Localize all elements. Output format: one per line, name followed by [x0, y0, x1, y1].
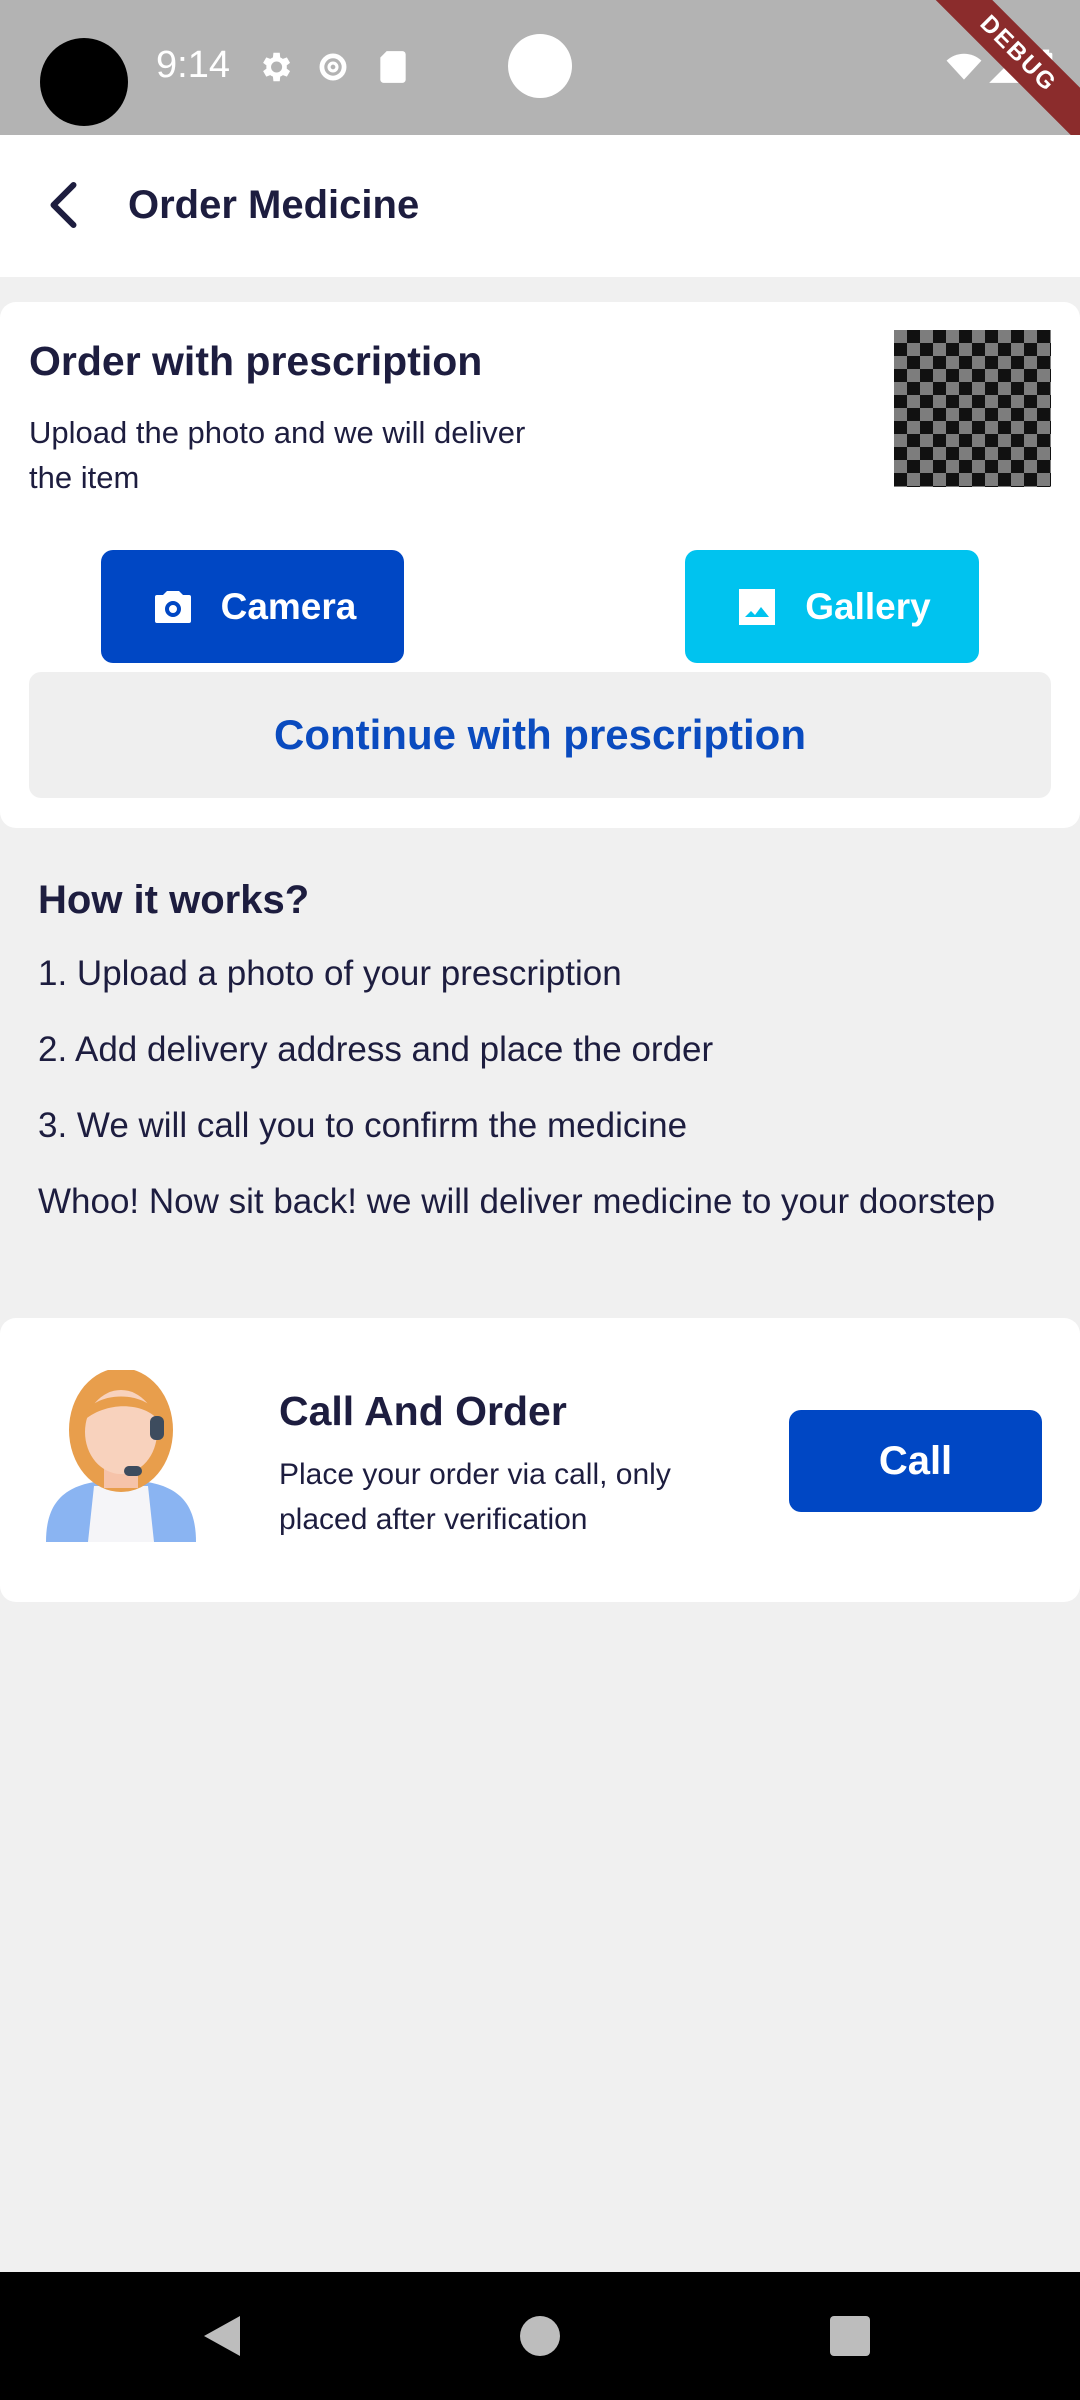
sd-card-icon [380, 51, 406, 83]
call-and-order-card: Call And Order Place your order via call… [0, 1318, 1080, 1602]
nav-back-icon[interactable] [200, 2312, 244, 2360]
wifi-icon [946, 53, 982, 80]
status-bar: 9:14 DEBUG [0, 0, 1080, 146]
prescription-card: Order with prescription Upload the photo… [0, 302, 1080, 828]
how-it-works-title: How it works? [38, 878, 310, 922]
front-camera-dot [508, 34, 572, 98]
prescription-description: Upload the photo and we will deliver the… [29, 415, 526, 495]
how-step: 2. Add delivery address and place the or… [38, 1030, 714, 1069]
camera-icon [154, 590, 191, 623]
how-step: 3. We will call you to confirm the medic… [38, 1106, 688, 1145]
call-and-order-description: Place your order via call, only placed a… [279, 1458, 671, 1536]
settings-icon [263, 52, 291, 82]
call-button[interactable]: Call [789, 1410, 1042, 1512]
system-navigation-bar [0, 2272, 1080, 2400]
support-agent-avatar [46, 1370, 196, 1542]
continue-with-prescription-button[interactable]: Continue with prescription [29, 672, 1051, 798]
image-icon [739, 588, 776, 625]
nav-recents-icon[interactable] [830, 2316, 870, 2356]
back-arrow-icon[interactable] [36, 175, 96, 235]
prescription-title: Order with prescription [29, 338, 483, 384]
page-title: Order Medicine [128, 183, 420, 227]
gallery-button[interactable]: Gallery [685, 550, 979, 663]
how-step: 1. Upload a photo of your prescription [38, 954, 622, 993]
how-step: Whoo! Now sit back! we will deliver medi… [38, 1182, 996, 1221]
camera-cutout [40, 38, 128, 126]
camera-button[interactable]: Camera [101, 550, 404, 663]
settings-outline-icon [319, 53, 347, 81]
call-and-order-title: Call And Order [279, 1388, 567, 1434]
camera-button-label: Camera [220, 585, 357, 627]
gallery-button-label: Gallery [805, 585, 931, 627]
how-it-works-section: How it works? 1. Upload a photo of your … [38, 878, 1048, 1251]
prescription-image-placeholder [894, 330, 1051, 487]
status-time: 9:14 [156, 44, 230, 86]
nav-home-icon[interactable] [520, 2316, 560, 2356]
app-bar: Order Medicine [0, 135, 1080, 277]
